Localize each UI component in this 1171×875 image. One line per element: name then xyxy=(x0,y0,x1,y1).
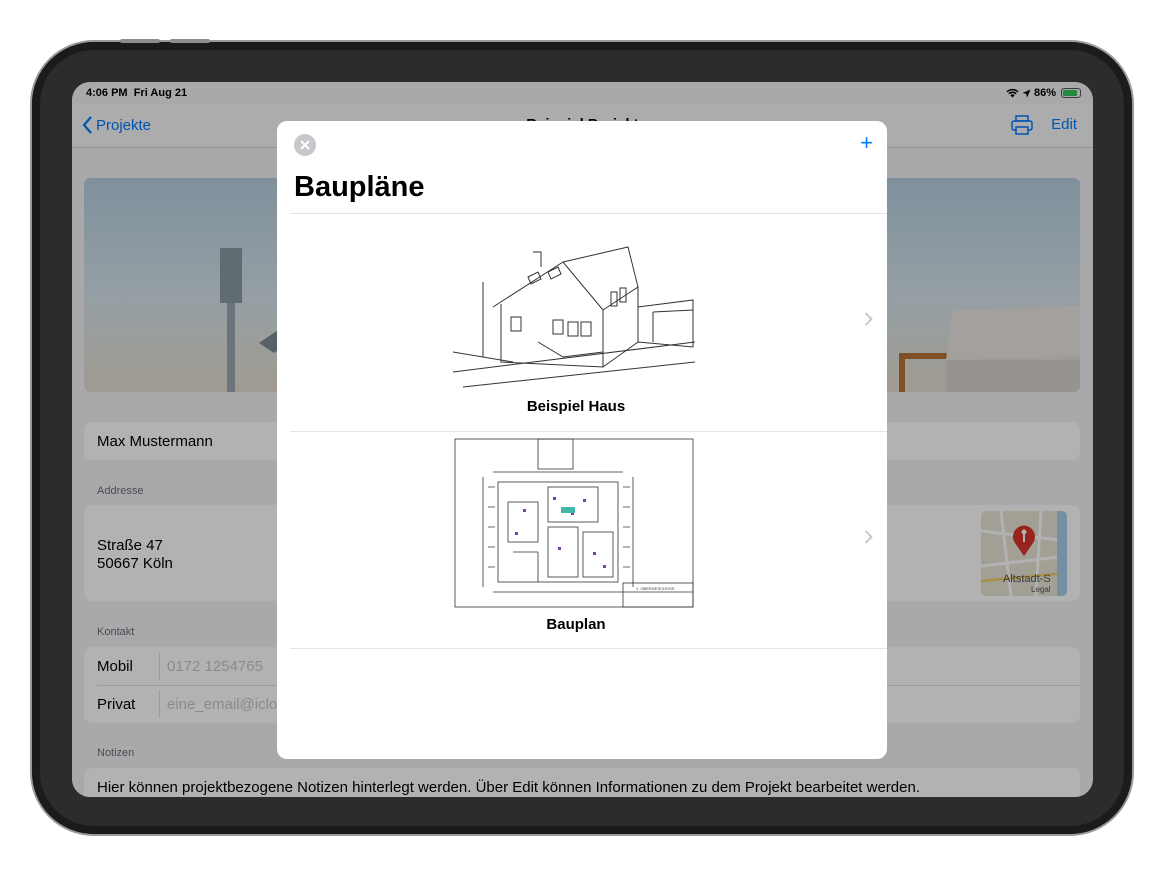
chevron-right-icon xyxy=(864,530,873,544)
screen: 4:06 PM Fri Aug 21 86% Projekte Beispiel… xyxy=(72,82,1093,797)
plan-row[interactable]: Beispiel Haus xyxy=(290,213,887,431)
top-button xyxy=(120,39,160,43)
chevron-right-icon xyxy=(864,312,873,326)
plan-footer-label: 1. OBERGESCHOSS xyxy=(636,586,675,591)
close-icon xyxy=(300,140,310,150)
plans-modal: + Baupläne Beispiel Haus 1. OBERGESCHOSS… xyxy=(277,121,887,759)
plan-caption: Bauplan xyxy=(546,616,606,633)
plan-caption: Beispiel Haus xyxy=(526,398,626,415)
close-button[interactable] xyxy=(294,134,316,156)
plan-row[interactable]: 1. OBERGESCHOSS Bauplan xyxy=(290,431,887,649)
volume-button xyxy=(170,39,210,43)
list-divider xyxy=(290,648,887,649)
house-sketch-icon xyxy=(452,222,696,390)
floorplan-drawing-icon: 1. OBERGESCHOSS xyxy=(453,437,695,608)
modal-title: Baupläne xyxy=(294,171,425,203)
add-plan-button[interactable]: + xyxy=(860,131,873,155)
